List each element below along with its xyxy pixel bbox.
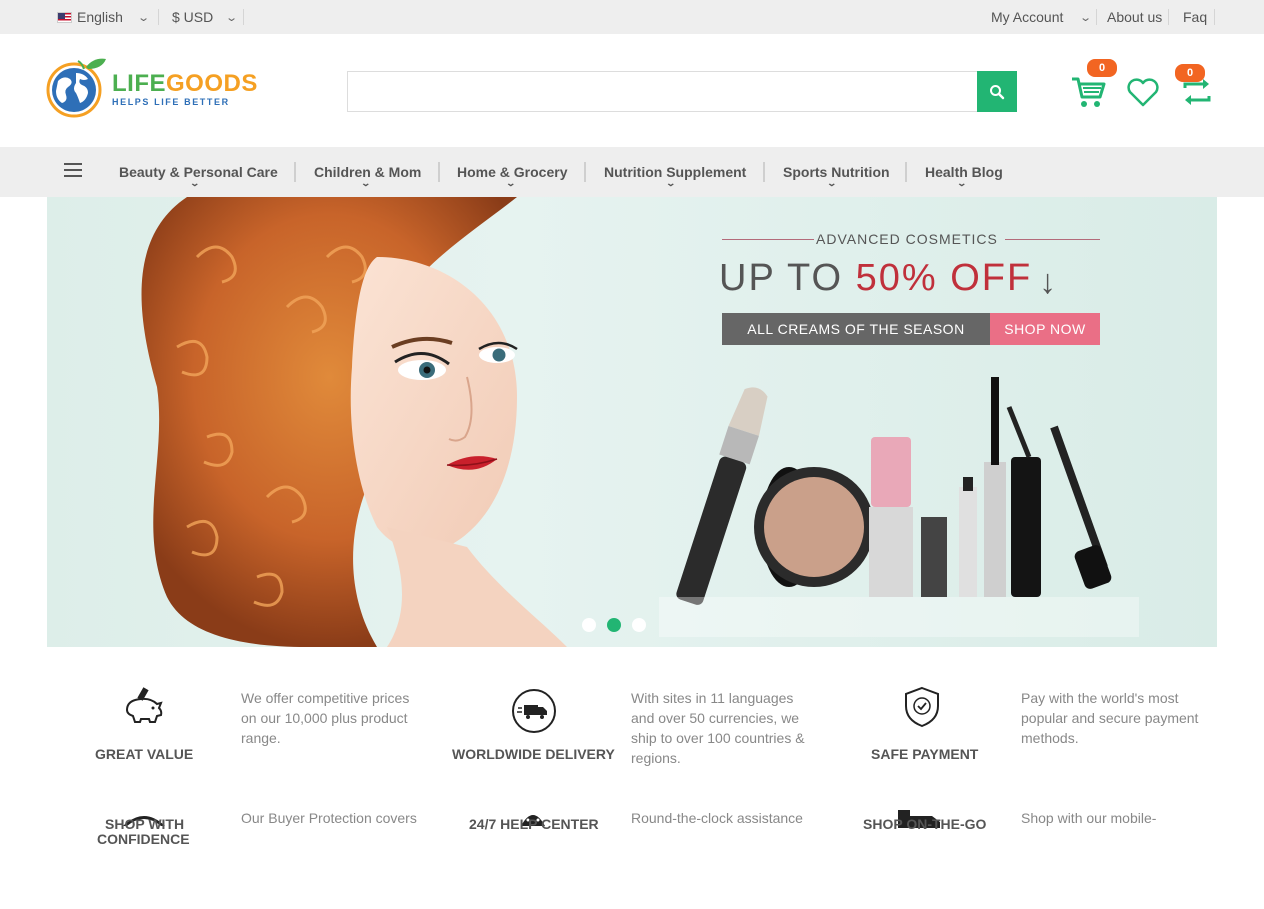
shop-now-button[interactable]: SHOP NOW <box>990 313 1100 345</box>
feature-title: WORLDWIDE DELIVERY <box>452 746 615 762</box>
divider <box>584 162 586 182</box>
us-flag-icon <box>57 11 72 23</box>
arrow-down-icon: ↓ <box>1039 263 1056 301</box>
nav-item-home-grocery[interactable]: Home & Grocery ⌄ <box>457 147 569 197</box>
top-bar: English ⌄ $ USD ⌄ My Account ⌄ About us … <box>0 0 1264 34</box>
language-label: English <box>77 9 123 25</box>
nav-item-health-blog[interactable]: Health Blog ⌄ <box>925 147 1005 197</box>
feature-title: SAFE PAYMENT <box>871 746 979 762</box>
compare-count-badge: 0 <box>1175 64 1205 82</box>
hero-promo-label: ALL CREAMS OF THE SEASON <box>722 313 990 345</box>
nav-item-beauty[interactable]: Beauty & Personal Care ⌄ <box>119 147 279 197</box>
feature-description: Shop with our mobile- <box>1021 810 1157 826</box>
chevron-down-icon: ⌄ <box>665 178 677 188</box>
wishlist-button[interactable] <box>1125 70 1165 110</box>
feature-title: SHOP WITH <box>105 816 185 832</box>
cart-count-badge: 0 <box>1087 59 1117 77</box>
chevron-down-icon: ⌄ <box>956 178 968 188</box>
delivery-truck-icon <box>512 689 556 733</box>
cart-button[interactable]: 0 <box>1070 59 1117 110</box>
about-us-link[interactable]: About us <box>1107 0 1162 34</box>
feature-title: SHOP ON-THE-GO <box>863 816 987 832</box>
nav-item-sports-nutrition[interactable]: Sports Nutrition ⌄ <box>783 147 891 197</box>
divider <box>763 162 765 182</box>
chevron-down-icon: ⌄ <box>826 178 838 188</box>
cosmetics-products-image <box>659 377 1139 637</box>
compare-button[interactable]: 0 <box>1175 64 1219 110</box>
divider <box>1168 9 1169 25</box>
search-input[interactable] <box>347 71 978 112</box>
currency-label: $ USD <box>172 9 214 25</box>
search-button[interactable] <box>977 71 1017 112</box>
feature-description: We offer competitive prices on our 10,00… <box>241 690 410 746</box>
faq-link[interactable]: Faq <box>1183 0 1207 34</box>
divider <box>294 162 296 182</box>
feature-description: With sites in 11 languages and over 50 c… <box>631 690 805 766</box>
divider <box>158 9 159 25</box>
chevron-down-icon: ⌄ <box>505 178 517 188</box>
divider <box>438 162 440 182</box>
feature-title-line2: CONFIDENCE <box>97 831 190 847</box>
chevron-down-icon: ⌄ <box>360 178 372 188</box>
decorative-line <box>1005 239 1100 240</box>
slider-dot-2[interactable] <box>607 618 621 632</box>
model-portrait-image <box>141 197 567 647</box>
cart-icon <box>1072 77 1106 107</box>
search-icon <box>990 84 1005 99</box>
feature-title: 24/7 HELP CENTER <box>469 816 599 832</box>
language-selector[interactable]: English ⌄ <box>57 0 150 34</box>
slider-dot-1[interactable] <box>582 618 596 632</box>
globe-logo-icon <box>46 58 106 118</box>
hero-subtitle-group: ADVANCED COSMETICS <box>722 231 1100 247</box>
chevron-down-icon: ⌄ <box>189 178 201 188</box>
my-account-label: My Account <box>991 9 1064 25</box>
divider <box>1096 9 1097 25</box>
features-row-2: SHOP WITH Our Buyer Protection covers 24… <box>0 808 1264 848</box>
main-navigation: Beauty & Personal Care ⌄ Children & Mom … <box>0 147 1264 197</box>
hamburger-menu-icon[interactable] <box>64 163 82 179</box>
hero-slider[interactable]: ADVANCED COSMETICS UP TO 50% OFF ↓ ALL C… <box>47 197 1217 647</box>
nav-item-nutrition-supplement[interactable]: Nutrition Supplement ⌄ <box>604 147 749 197</box>
piggy-bank-icon <box>125 687 163 723</box>
nav-item-children-mom[interactable]: Children & Mom ⌄ <box>314 147 424 197</box>
logo-wordmark: LIFEGOODS <box>112 70 258 97</box>
chevron-down-icon: ⌄ <box>137 11 150 24</box>
decorative-line <box>722 239 814 240</box>
chevron-down-icon: ⌄ <box>1079 11 1093 24</box>
my-account-menu[interactable]: My Account ⌄ <box>991 0 1093 34</box>
feature-description: Round-the-clock assistance <box>631 810 803 826</box>
divider <box>243 9 244 25</box>
slider-dot-3[interactable] <box>632 618 646 632</box>
hero-title: UP TO 50% OFF <box>719 257 1033 299</box>
divider <box>1214 9 1215 25</box>
chevron-down-icon: ⌄ <box>225 11 239 24</box>
feature-title: GREAT VALUE <box>95 746 194 762</box>
currency-selector[interactable]: $ USD ⌄ <box>172 0 239 34</box>
divider <box>905 162 907 182</box>
shield-check-icon <box>905 686 939 728</box>
heart-icon <box>1127 78 1159 107</box>
feature-description: Pay with the world's most popular and se… <box>1021 690 1199 746</box>
feature-description: Our Buyer Protection covers <box>241 810 417 826</box>
logo-tagline: HELPS LIFE BETTER <box>112 97 230 107</box>
hero-subtitle: ADVANCED COSMETICS <box>816 231 998 247</box>
site-logo[interactable]: LIFEGOODS HELPS LIFE BETTER <box>46 53 257 119</box>
